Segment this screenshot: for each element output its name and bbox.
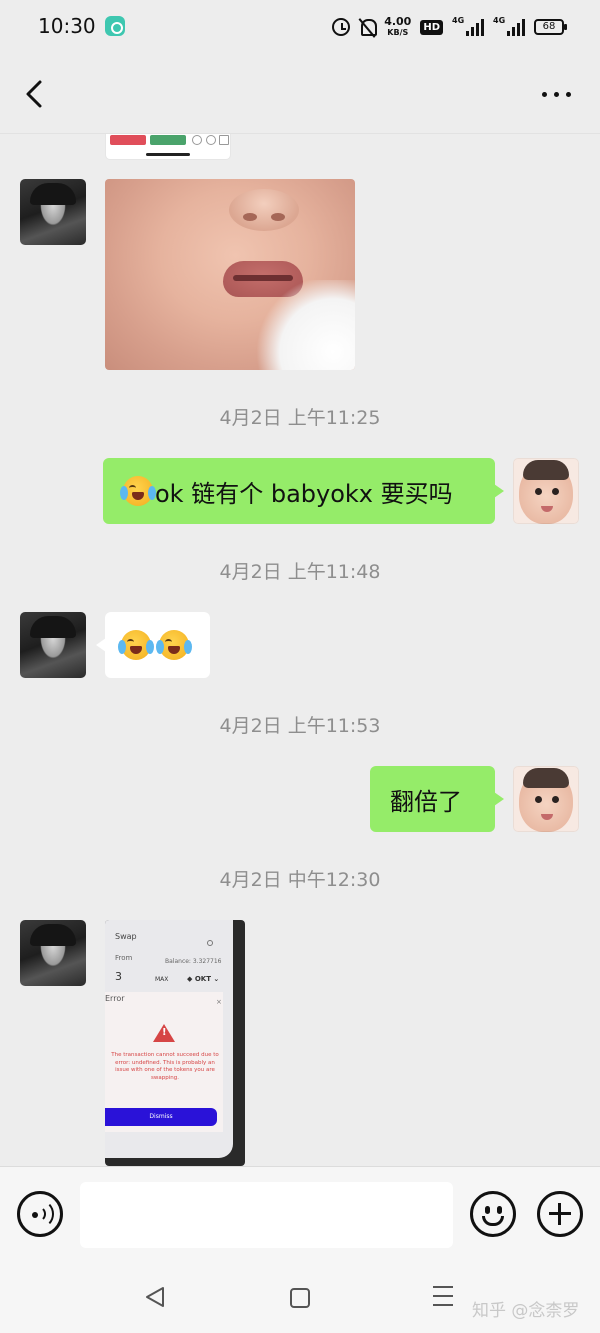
signal-2-label: 4G — [493, 16, 506, 25]
photo-nose — [229, 189, 299, 231]
voice-input-icon[interactable] — [17, 1191, 63, 1237]
image-small-icon — [192, 135, 202, 145]
avatar-eye — [552, 488, 559, 495]
avatar-contact[interactable] — [20, 612, 86, 678]
timestamp: 4月2日 上午11:25 — [219, 407, 381, 429]
square-home-icon[interactable] — [290, 1288, 310, 1308]
avatar-mouth — [541, 814, 553, 820]
smiley-face-icon[interactable] — [470, 1191, 516, 1237]
message-text: ok 链有个 babyokx 要买吗 — [155, 479, 453, 508]
swap-token: ◆ OKT ⌄ — [187, 975, 220, 983]
mute-bell-icon — [359, 18, 378, 36]
swap-from-label: From — [115, 954, 133, 962]
message-text: 翻倍了 — [390, 787, 462, 816]
swap-balance: Balance: 3.327716 — [165, 958, 222, 965]
message-bubble-sent[interactable]: 翻倍了 — [370, 766, 504, 832]
message-input[interactable] — [80, 1182, 453, 1248]
avatar-self[interactable] — [513, 766, 579, 832]
status-bar: 10:30 4.00 KB/S HD 4G 4G 68 — [0, 0, 600, 54]
image-red-button-shape — [110, 135, 146, 145]
close-icon: × — [216, 998, 222, 1006]
avatar-face — [519, 462, 573, 524]
image-green-button-shape — [150, 135, 186, 145]
error-title: Error — [105, 994, 125, 1003]
swap-amount: 3 — [115, 970, 122, 983]
avatar-mouth — [541, 506, 553, 512]
image-message-baby-photo[interactable] — [105, 179, 355, 370]
hd-badge: HD — [420, 19, 443, 35]
message-bubble-sent[interactable]: ok 链有个 babyokx 要买吗 — [103, 458, 504, 524]
image-home-indicator — [146, 153, 190, 156]
timestamp: 4月2日 上午11:53 — [219, 715, 381, 737]
triangle-back-icon[interactable] — [145, 1286, 165, 1308]
system-nav-bar: 知乎 @念柰罗 — [0, 1262, 600, 1333]
network-speed-unit: KB/S — [387, 28, 409, 37]
avatar-face — [519, 770, 573, 832]
network-speed: 4.00 KB/S — [384, 16, 411, 38]
swap-title: Swap — [115, 932, 137, 941]
chat-header — [0, 54, 600, 134]
message-bubble-received[interactable] — [96, 612, 210, 678]
dismiss-button: Dismiss — [105, 1108, 217, 1126]
plus-circle-icon[interactable] — [537, 1191, 583, 1237]
photo-background — [255, 280, 355, 370]
alarm-icon — [332, 18, 351, 36]
avatar-contact[interactable] — [20, 920, 86, 986]
avatar-hair — [523, 768, 569, 788]
avatar-self[interactable] — [513, 458, 579, 524]
avatar-contact[interactable] — [20, 179, 86, 245]
signal-1-icon: 4G — [452, 16, 484, 36]
three-line-menu-icon[interactable] — [433, 1286, 453, 1306]
signal-1-label: 4G — [452, 16, 465, 25]
photo-nostril — [271, 213, 285, 221]
more-horizontal-icon[interactable] — [540, 84, 572, 104]
swap-max-label: MAX — [155, 976, 169, 983]
message-list[interactable]: 4月2日 上午11:25 ok 链有个 babyokx 要买吗 4月2日 上午1… — [0, 134, 600, 1166]
timestamp: 4月2日 上午11:48 — [219, 561, 381, 583]
loudly-crying-face-icon — [156, 630, 192, 660]
error-message: The transaction cannot succeed due to er… — [111, 1052, 219, 1081]
status-time: 10:30 — [38, 14, 96, 38]
signal-2-icon: 4G — [493, 16, 525, 36]
image-message-swap-error[interactable]: Swap From Balance: 3.327716 3 MAX ◆ OKT … — [105, 920, 245, 1166]
input-bar — [0, 1166, 600, 1262]
loudly-crying-face-icon — [120, 476, 156, 506]
app-notification-icon — [105, 16, 125, 36]
image-small-icon — [206, 135, 216, 145]
avatar-eye — [535, 488, 542, 495]
chevron-left-icon[interactable] — [20, 78, 50, 110]
timestamp: 4月2日 中午12:30 — [219, 869, 381, 891]
avatar-eye — [535, 796, 542, 803]
image-small-icon — [219, 135, 229, 145]
photo-nostril — [243, 213, 257, 221]
image-message-partial[interactable] — [106, 134, 230, 159]
warning-triangle-icon — [153, 1024, 175, 1042]
loudly-crying-face-icon — [118, 630, 154, 660]
avatar-eye — [552, 796, 559, 803]
phone-screen: Swap From Balance: 3.327716 3 MAX ◆ OKT … — [105, 920, 233, 1158]
settings-icon — [207, 940, 213, 946]
status-icons: 4.00 KB/S HD 4G 4G 68 — [332, 14, 567, 40]
battery-icon: 68 — [534, 19, 567, 35]
avatar-hair — [523, 460, 569, 480]
watermark: 知乎 @念柰罗 — [472, 1301, 580, 1321]
